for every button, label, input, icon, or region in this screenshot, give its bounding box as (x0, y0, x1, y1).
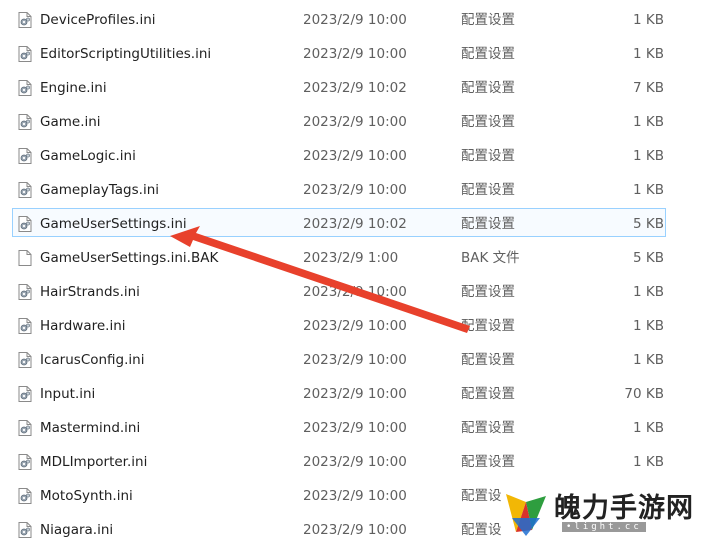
watermark-subtext: •light.cc (562, 522, 646, 532)
settings-file-icon (18, 182, 32, 198)
file-date: 2023/2/9 10:00 (303, 182, 407, 198)
file-name: HairStrands.ini (40, 284, 140, 300)
file-row[interactable]: GameLogic.ini 2023/2/9 10:00 配置设置 1 KB (0, 139, 726, 173)
file-name: MDLImporter.ini (40, 454, 148, 470)
file-row[interactable]: IcarusConfig.ini 2023/2/9 10:00 配置设置 1 KB (0, 343, 726, 377)
file-type: 配置设置 (461, 182, 515, 198)
file-date: 2023/2/9 10:00 (303, 318, 407, 334)
file-date: 2023/2/9 10:00 (303, 46, 407, 62)
file-date: 2023/2/9 10:00 (303, 12, 407, 28)
file-size: 1 KB (633, 114, 664, 130)
file-date: 2023/2/9 1:00 (303, 250, 399, 266)
file-size: 7 KB (633, 80, 664, 96)
file-size: 1 KB (633, 454, 664, 470)
settings-file-icon (18, 318, 32, 334)
file-date: 2023/2/9 10:00 (303, 352, 407, 368)
file-type: BAK 文件 (461, 250, 520, 266)
file-type: 配置设置 (461, 352, 515, 368)
settings-file-icon (18, 46, 32, 62)
settings-file-icon (18, 148, 32, 164)
file-name: Game.ini (40, 114, 101, 130)
file-name: GameLogic.ini (40, 148, 136, 164)
file-type: 配置设置 (461, 318, 515, 334)
blank-file-icon (18, 250, 32, 266)
file-size: 1 KB (633, 182, 664, 198)
file-row[interactable]: Mastermind.ini 2023/2/9 10:00 配置设置 1 KB (0, 411, 726, 445)
file-row[interactable]: GameplayTags.ini 2023/2/9 10:00 配置设置 1 KB (0, 173, 726, 207)
watermark-logo-icon (506, 494, 546, 536)
file-name: DeviceProfiles.ini (40, 12, 156, 28)
file-type: 配置设置 (461, 148, 515, 164)
watermark-text: 魄力手游网 (554, 493, 694, 524)
settings-file-icon (18, 488, 32, 504)
file-row[interactable]: GameUserSettings.ini 2023/2/9 10:02 配置设置 5 … (0, 207, 726, 241)
settings-file-icon (18, 284, 32, 300)
file-name: GameUserSettings.ini (40, 216, 187, 232)
settings-file-icon (18, 522, 32, 538)
file-row[interactable]: MDLImporter.ini 2023/2/9 10:00 配置设置 1 KB (0, 445, 726, 479)
file-date: 2023/2/9 10:00 (303, 284, 407, 300)
file-type: 配置设置 (461, 284, 515, 300)
file-size: 1 KB (633, 12, 664, 28)
file-size: 1 KB (633, 46, 664, 62)
file-date: 2023/2/9 10:02 (303, 80, 407, 96)
file-date: 2023/2/9 10:00 (303, 114, 407, 130)
settings-file-icon (18, 80, 32, 96)
file-type: 配置设置 (461, 46, 515, 62)
settings-file-icon (18, 454, 32, 470)
settings-file-icon (18, 420, 32, 436)
file-row[interactable]: EditorScriptingUtilities.ini 2023/2/9 10:… (0, 37, 726, 71)
settings-file-icon (18, 12, 32, 28)
file-date: 2023/2/9 10:00 (303, 148, 407, 164)
file-size: 70 KB (624, 386, 664, 402)
file-name: MotoSynth.ini (40, 488, 133, 504)
file-name: Engine.ini (40, 80, 107, 96)
watermark: 魄力手游网 •light.cc (496, 484, 726, 542)
file-type: 配置设置 (461, 12, 515, 28)
settings-file-icon (18, 386, 32, 402)
file-type: 配置设置 (461, 114, 515, 130)
file-name: Input.ini (40, 386, 96, 402)
settings-file-icon (18, 352, 32, 368)
file-type: 配置设置 (461, 386, 515, 402)
file-date: 2023/2/9 10:00 (303, 386, 407, 402)
file-name: Mastermind.ini (40, 420, 141, 436)
file-row[interactable]: GameUserSettings.ini.BAK 2023/2/9 1:00 BAK… (0, 241, 726, 275)
file-size: 5 KB (633, 216, 664, 232)
file-row[interactable]: Game.ini 2023/2/9 10:00 配置设置 1 KB (0, 105, 726, 139)
file-size: 1 KB (633, 284, 664, 300)
file-name: EditorScriptingUtilities.ini (40, 46, 212, 62)
file-list: DeviceProfiles.ini 2023/2/9 10:00 配置设置 1 KB… (0, 3, 726, 547)
file-date: 2023/2/9 10:02 (303, 216, 407, 232)
file-type: 配置设置 (461, 216, 515, 232)
file-name: IcarusConfig.ini (40, 352, 145, 368)
file-size: 1 KB (633, 352, 664, 368)
file-row[interactable]: Input.ini 2023/2/9 10:00 配置设置 70 KB (0, 377, 726, 411)
file-date: 2023/2/9 10:00 (303, 454, 407, 470)
file-name: GameplayTags.ini (40, 182, 160, 198)
file-row[interactable]: Engine.ini 2023/2/9 10:02 配置设置 7 KB (0, 71, 726, 105)
file-name: Hardware.ini (40, 318, 126, 334)
file-row[interactable]: Hardware.ini 2023/2/9 10:00 配置设置 1 KB (0, 309, 726, 343)
file-size: 5 KB (633, 250, 664, 266)
settings-file-icon (18, 114, 32, 130)
file-size: 1 KB (633, 420, 664, 436)
file-type: 配置设置 (461, 80, 515, 96)
file-row[interactable]: DeviceProfiles.ini 2023/2/9 10:00 配置设置 1 KB (0, 3, 726, 37)
file-name: GameUserSettings.ini.BAK (40, 250, 219, 266)
file-size: 1 KB (633, 148, 664, 164)
file-date: 2023/2/9 10:00 (303, 420, 407, 436)
file-date: 2023/2/9 10:00 (303, 488, 407, 504)
file-type: 配置设置 (461, 454, 515, 470)
file-row[interactable]: HairStrands.ini 2023/2/9 10:00 配置设置 1 KB (0, 275, 726, 309)
file-size: 1 KB (633, 318, 664, 334)
file-type: 配置设置 (461, 420, 515, 436)
settings-file-icon (18, 216, 32, 232)
